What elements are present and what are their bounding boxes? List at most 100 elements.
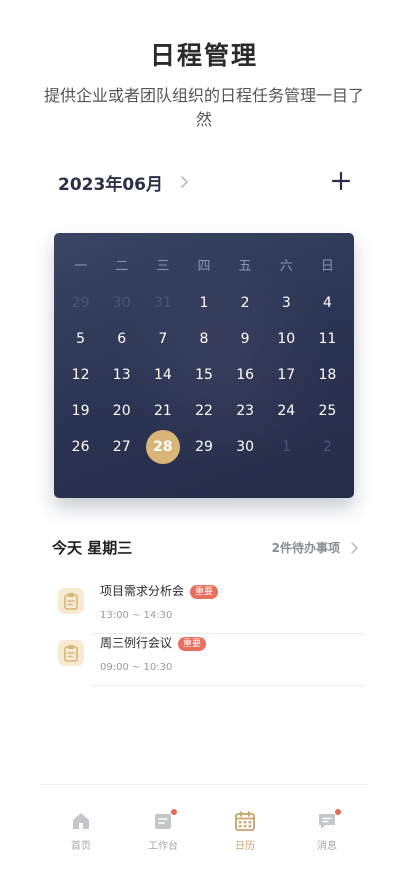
calendar-day[interactable]: 24 bbox=[266, 393, 307, 429]
day-number: 20 bbox=[112, 403, 131, 419]
calendar-day[interactable]: 6 bbox=[101, 321, 142, 357]
day-number: 4 bbox=[322, 295, 332, 311]
notification-dot bbox=[335, 809, 341, 815]
task-item[interactable]: 周三例行会议 重要 09:00 ~ 10:30 bbox=[54, 634, 364, 686]
calendar-day[interactable]: 29 bbox=[60, 285, 101, 321]
tab-label: 消息 bbox=[317, 841, 337, 852]
day-number: 9 bbox=[240, 331, 250, 347]
calendar-day[interactable]: 2 bbox=[225, 285, 266, 321]
month-header: 2023年06月 bbox=[58, 168, 354, 196]
calendar-day[interactable]: 17 bbox=[266, 357, 307, 393]
calendar-day-selected[interactable]: 28 bbox=[142, 429, 183, 465]
notification-dot bbox=[171, 809, 177, 815]
day-number: 27 bbox=[112, 439, 131, 455]
tab-messages[interactable]: 消息 bbox=[286, 785, 368, 854]
calendar-day[interactable]: 13 bbox=[101, 357, 142, 393]
day-number: 22 bbox=[195, 403, 213, 419]
add-schedule-button[interactable] bbox=[328, 168, 354, 194]
day-number: 24 bbox=[277, 403, 296, 419]
calendar-day[interactable]: 10 bbox=[266, 321, 307, 357]
calendar-week: 26 27 28 29 30 1 2 bbox=[60, 429, 348, 465]
calendar-day[interactable]: 5 bbox=[60, 321, 101, 357]
calendar-day[interactable]: 9 bbox=[225, 321, 266, 357]
todo-count-link[interactable]: 2件待办事项 bbox=[272, 539, 340, 556]
day-number: 30 bbox=[112, 295, 131, 311]
calendar-day[interactable]: 18 bbox=[307, 357, 348, 393]
calendar-day[interactable]: 31 bbox=[142, 285, 183, 321]
day-number: 7 bbox=[158, 331, 168, 347]
month-calendar: 一二三四五六日 29 30 31 1 2 3 4 5 6 7 8 9 10 11 12 13 14 15 16 17 18… bbox=[54, 233, 354, 498]
day-number: 8 bbox=[199, 331, 209, 347]
calendar-week: 12 13 14 15 16 17 18 bbox=[60, 357, 348, 393]
day-number: 1 bbox=[199, 295, 209, 311]
calendar-icon bbox=[234, 811, 256, 831]
task-title-text: 周三例行会议 bbox=[100, 636, 173, 650]
calendar-day[interactable]: 23 bbox=[225, 393, 266, 429]
day-number: 29 bbox=[195, 439, 213, 455]
calendar-day[interactable]: 1 bbox=[266, 429, 307, 465]
task-item[interactable]: 项目需求分析会 重要 13:00 ~ 14:30 bbox=[54, 582, 364, 634]
day-number: 30 bbox=[236, 439, 255, 455]
calendar-day[interactable]: 7 bbox=[142, 321, 183, 357]
calendar-day[interactable]: 3 bbox=[266, 285, 307, 321]
calendar-day[interactable]: 11 bbox=[307, 321, 348, 357]
clipboard-icon bbox=[58, 640, 84, 666]
schedule-page: 日程管理 提供企业或者团队组织的日程任务管理一目了然 2023年06月 一 二 三 四… bbox=[0, 0, 408, 883]
calendar-day[interactable]: 12 bbox=[60, 357, 101, 393]
day-number: 21 bbox=[153, 403, 172, 419]
calendar-day[interactable]: 22 bbox=[183, 393, 224, 429]
calendar-grid: 一二三四五六日 29 30 31 1 2 3 4 5 6 7 8 9 10 11 12 13 14 15 16 17 18… bbox=[60, 249, 348, 465]
day-number: 29 bbox=[71, 295, 90, 311]
tab-label: 日历 bbox=[235, 841, 255, 852]
clipboard-icon bbox=[58, 588, 84, 614]
tab-calendar[interactable]: 日历 bbox=[204, 785, 286, 854]
calendar-week: 29 30 31 1 2 3 4 bbox=[60, 285, 348, 321]
day-number: 16 bbox=[236, 367, 255, 383]
day-number: 13 bbox=[112, 367, 131, 383]
calendar-day[interactable]: 19 bbox=[60, 393, 101, 429]
important-badge: 重要 bbox=[190, 585, 219, 599]
calendar-day[interactable]: 2 bbox=[307, 429, 348, 465]
calendar-day[interactable]: 29 bbox=[183, 429, 224, 465]
day-number: 18 bbox=[318, 367, 337, 383]
calendar-day[interactable]: 15 bbox=[183, 357, 224, 393]
task-time: 13:00 ~ 14:30 bbox=[100, 610, 173, 621]
calendar-day[interactable]: 26 bbox=[60, 429, 101, 465]
weekday-label: 六 bbox=[279, 259, 293, 274]
weekday-label: 二 bbox=[115, 259, 129, 274]
calendar-day[interactable]: 21 bbox=[142, 393, 183, 429]
weekday-label: 三 bbox=[156, 259, 170, 274]
chevron-right-icon[interactable] bbox=[348, 540, 360, 554]
page-title: 日程管理 bbox=[149, 41, 258, 70]
calendar-day[interactable]: 8 bbox=[183, 321, 224, 357]
calendar-day[interactable]: 30 bbox=[225, 429, 266, 465]
weekday-header: 一二三四五六日 bbox=[60, 249, 348, 285]
calendar-day[interactable]: 4 bbox=[307, 285, 348, 321]
calendar-day[interactable]: 16 bbox=[225, 357, 266, 393]
calendar-day[interactable]: 20 bbox=[101, 393, 142, 429]
divider bbox=[92, 685, 364, 686]
tab-workbench[interactable]: 工作台 bbox=[122, 785, 204, 854]
day-number: 5 bbox=[76, 331, 86, 347]
day-number: 14 bbox=[153, 367, 172, 383]
home-icon bbox=[70, 811, 92, 831]
chevron-right-icon[interactable] bbox=[177, 175, 191, 189]
today-header: 今天 星期三 2件待办事项 bbox=[52, 536, 360, 558]
day-number: 6 bbox=[117, 331, 127, 347]
day-number: 23 bbox=[236, 403, 255, 419]
tab-label: 工作台 bbox=[148, 841, 178, 852]
calendar-week: 19 20 21 22 23 24 25 bbox=[60, 393, 348, 429]
tab-home[interactable]: 首页 bbox=[40, 785, 122, 854]
day-number: 3 bbox=[281, 295, 291, 311]
calendar-day[interactable]: 14 bbox=[142, 357, 183, 393]
day-number: 1 bbox=[281, 439, 291, 455]
day-number: 17 bbox=[277, 367, 296, 383]
workbench-icon bbox=[152, 809, 177, 831]
calendar-day[interactable]: 25 bbox=[307, 393, 348, 429]
calendar-day[interactable]: 1 bbox=[183, 285, 224, 321]
calendar-day[interactable]: 27 bbox=[101, 429, 142, 465]
important-badge: 重要 bbox=[178, 637, 207, 651]
day-number: 2 bbox=[240, 295, 250, 311]
calendar-day[interactable]: 30 bbox=[101, 285, 142, 321]
month-label[interactable]: 2023年06月 bbox=[58, 170, 163, 195]
